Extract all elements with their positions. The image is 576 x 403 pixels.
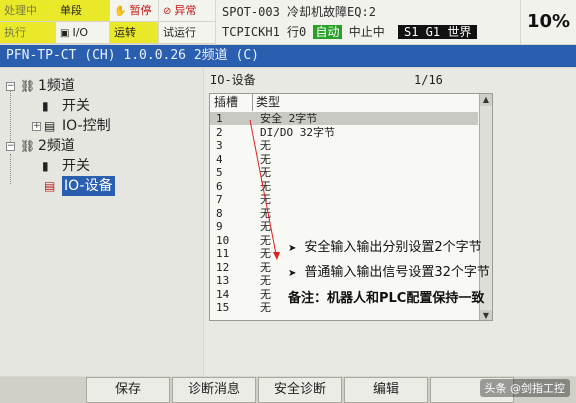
prod-indicator: 运转 [110, 22, 158, 43]
message-panel: SPOT-003 冷却机故障EQ:2 TCPICKH1 行0 自动 中止中 S1… [216, 0, 520, 44]
bullet-arrow-icon: ➤ [288, 243, 297, 254]
hold-icon: ✋ [114, 6, 127, 17]
program-line: TCPICKH1 行0 [222, 25, 307, 39]
device-tree: − ⛓ 1频道 ▮ 开关 + ▤ IO-控制 − ⛓ 2频道 ▮ 开关 ▤ IO… [0, 68, 203, 376]
tree-item-switch-2[interactable]: ▮ 开关 [0, 156, 200, 176]
tree-item-channel-2[interactable]: − ⛓ 2频道 [0, 136, 200, 156]
bullet-arrow-icon: ➤ [288, 268, 297, 279]
busy-label: 处理中 [4, 4, 37, 17]
watermark: 头条 @剑指工控 [479, 379, 570, 397]
tcyc-indicator: 试运行 [159, 22, 215, 43]
hold-label: 暂停 [129, 4, 152, 17]
tree-item-label: 开关 [62, 158, 90, 174]
expand-icon[interactable]: + [32, 122, 41, 131]
page-indicator: 1/16 [414, 73, 443, 87]
mode-badge: 自动 [313, 25, 342, 39]
collapse-icon[interactable]: − [6, 82, 15, 91]
run-indicator: 执行 [0, 22, 55, 43]
tree-item-label: 开关 [62, 98, 90, 114]
tree-item-io-control[interactable]: + ▤ IO-控制 [0, 116, 200, 136]
note-2-text: 普通输入输出信号设置32个字节 [304, 265, 490, 280]
annotation-remark: 备注：机器人和PLC配置保持一致 [288, 291, 485, 306]
coordinate-frame-badge: S1 G1 世界 [397, 25, 478, 39]
tree-item-io-device[interactable]: ▤ IO-设备 [0, 176, 200, 196]
message-line-1: SPOT-003 冷却机故障EQ:2 [222, 3, 376, 20]
fault-label: 异常 [174, 4, 197, 17]
run-state: 中止中 [348, 25, 385, 39]
fault-icon: ⊘ [163, 6, 172, 17]
tree-item-label: IO-设备 [62, 176, 115, 196]
step-label: 单段 [60, 4, 82, 17]
switch-icon: ▮ [42, 99, 49, 113]
program-name: SPOT-003 [222, 5, 280, 19]
tree-item-switch-1[interactable]: ▮ 开关 [0, 96, 200, 116]
save-button[interactable]: 保存 [86, 377, 170, 403]
collapse-icon[interactable]: − [6, 142, 15, 151]
io-label: I/O [72, 26, 89, 39]
panel-header: IO-设备 1/16 [204, 68, 576, 92]
tree-item-label: IO-控制 [62, 118, 111, 134]
annotation-note-2: ➤ 普通输入输出信号设置32个字节 [288, 261, 490, 280]
fault-indicator: ⊘ 异常 [159, 0, 215, 21]
screen-title: PFN-TP-CT (CH) 1.0.0.26 2频道 (C) [0, 45, 576, 67]
note-1-text: 安全输入输出分别设置2个字节 [304, 240, 482, 255]
switch-icon: ▮ [42, 159, 49, 173]
io-module-icon: ▤ [44, 119, 56, 133]
run-label: 执行 [4, 26, 26, 39]
safety-diagnostics-button[interactable]: 安全诊断 [258, 377, 342, 403]
tcyc-label: 试运行 [163, 26, 196, 39]
io-device-panel: IO-设备 1/16 插槽 类型 1 安全 2字节 2 DI/DO 32字节 3 无 4 无 5… [204, 68, 576, 376]
step-indicator: 单段 [56, 0, 109, 21]
panel-title: IO-设备 [210, 73, 256, 87]
message-line-2: TCPICKH1 行0 自动 中止中 S1 G1 世界 [222, 23, 478, 40]
tree-item-label: 1频道 [38, 78, 75, 94]
status-indicator-grid: 处理中 单段 ✋ 暂停 ⊘ 异常 执行 ▣ I/O 运转 试运行 [0, 0, 215, 44]
io-module-icon: ▤ [44, 179, 56, 193]
diagnostic-messages-button[interactable]: 诊断消息 [172, 377, 256, 403]
scroll-up-icon[interactable]: ▲ [480, 94, 492, 106]
speed-override[interactable]: 10% [521, 0, 576, 44]
network-icon: ⛓ [20, 79, 36, 93]
busy-indicator: 处理中 [0, 0, 55, 21]
edit-button[interactable]: 编辑 [344, 377, 428, 403]
tree-item-label: 2频道 [38, 138, 75, 154]
network-icon: ⛓ [20, 139, 36, 153]
scroll-down-icon[interactable]: ▼ [480, 310, 492, 320]
io-indicator: ▣ I/O [56, 22, 109, 43]
annotation-note-1: ➤ 安全输入输出分别设置2个字节 [288, 236, 482, 255]
prod-label: 运转 [114, 26, 136, 39]
hold-indicator: ✋ 暂停 [110, 0, 158, 21]
alarm-message: 冷却机故障EQ:2 [287, 5, 376, 19]
io-icon: ▣ [60, 28, 70, 39]
tree-item-channel-1[interactable]: − ⛓ 1频道 [0, 76, 200, 96]
